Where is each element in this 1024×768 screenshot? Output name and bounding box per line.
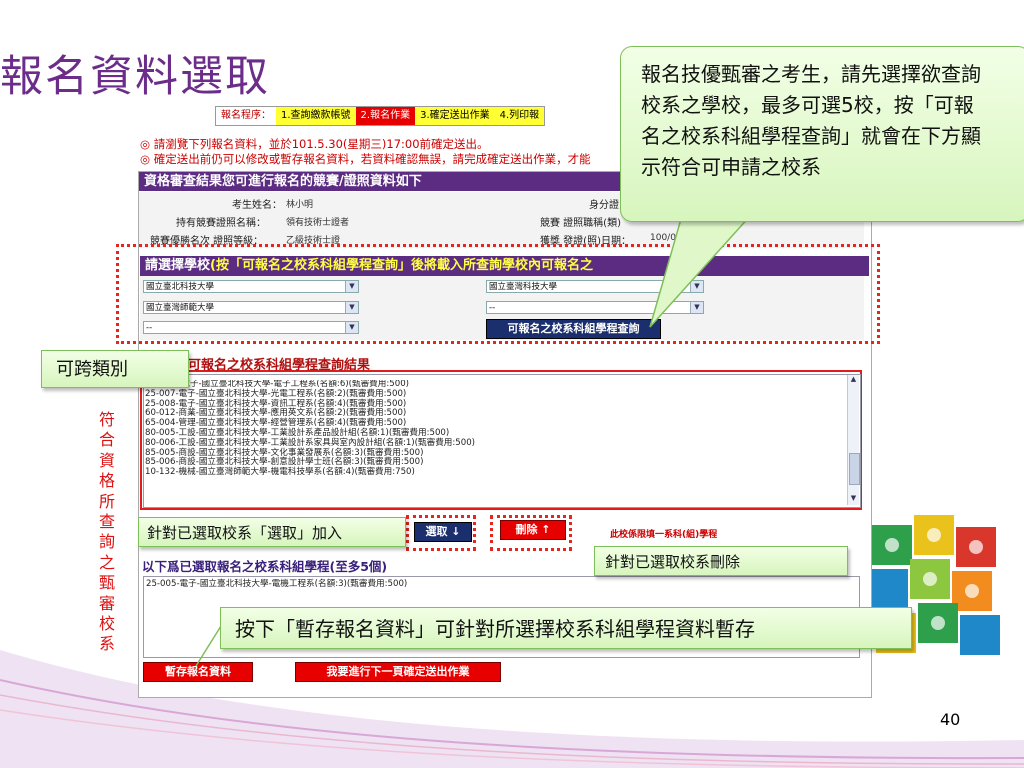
school-select-3-value: 國立臺灣師範大學 [146,303,215,313]
step-confirm-submit[interactable]: 3.確定送出作業 [415,107,495,125]
license-name-value: 領有技術士證者 [286,218,350,228]
school-select-header-text: 請選擇學校 [145,258,211,273]
school-select-3[interactable]: 國立臺灣師範大學 ▼ [143,301,359,314]
step-query-payment[interactable]: 1.查詢繳款帳號 [276,107,356,125]
callout-cross-category: 可跨類別 [41,350,189,388]
slide-title: 報名資料選取 [0,52,270,102]
callout-select: 針對已選取校系「選取」加入 [138,517,406,547]
chevron-down-icon[interactable]: ▼ [345,281,358,292]
delete-button[interactable]: 刪除 ↑ [500,520,566,540]
results-title: 可報名之校系科組學程查詢結果 [188,358,371,373]
chevron-down-icon[interactable]: ▼ [345,322,358,333]
results-list: 25-0 07-電子-國立臺北科技大學-電子工程系(名額:6)(甄審費用:500… [145,380,845,500]
page-number: 40 [940,710,961,729]
chosen-title: 以下爲已選取報名之校系科組學程(至多5個) [142,559,388,574]
school-select-1[interactable]: 國立臺北科技大學 ▼ [143,280,359,293]
license-category-label: 競賽 證照職稱(類) [540,218,621,229]
callout-save: 按下「暫存報名資料」可針對所選擇校系科組學程資料暫存 [220,607,912,649]
step-bar: 報名程序： 1.查詢繳款帳號 2.報名作業 3.確定送出作業 4.列印報 [215,106,546,126]
callout-main: 報名技優甄審之考生，請先選擇欲查詢校系之學校，最多可選5校，按「可報名之校系科組… [620,46,1024,222]
step-print[interactable]: 4.列印報 [494,107,545,125]
vertical-note: 符合資格所查詢之甄審校系 [98,410,115,654]
scroll-down-icon[interactable]: ▼ [848,494,859,505]
callout-main-tail [649,205,762,328]
list-item[interactable]: 25-005-電子-國立臺北科技大學-電機工程系(名額:3)(甄審費用:500) [144,577,859,593]
school-select-5[interactable]: -- ▼ [143,321,359,334]
notice-line-1: ◎ 請瀏覽下列報名資料，並於101.5.30(星期三)17:00前確定送出。 [140,137,489,151]
school-select-5-value: -- [146,323,153,333]
candidate-name-value: 林小明 [286,200,314,210]
callout-main-text: 報名技優甄審之考生，請先選擇欲查詢校系之學校，最多可選5校，按「可報名之校系科組… [641,62,981,179]
list-item[interactable]: 10-132-機械-國立臺灣師範大學-機電科技學系(名額:4)(甄審費用:750… [145,467,845,478]
school-select-4-value: -- [489,303,496,313]
candidate-name-label: 考生姓名： [232,200,282,211]
results-scrollbar[interactable]: ▲ ▼ [847,375,860,505]
scrollbar-thumb[interactable] [849,453,860,485]
step-bar-label: 報名程序： [216,107,276,125]
next-page-button[interactable]: 我要進行下一頁確定送出作業 [295,662,501,682]
select-button[interactable]: 選取 ↓ [414,522,472,542]
school-select-header-hint: (按「可報名之校系科組學程查詢」後將載入所查詢學校內可報名之 [210,258,593,273]
cube-graphic [868,515,1000,655]
callout-delete: 針對已選取校系刪除 [594,546,848,576]
chevron-down-icon[interactable]: ▼ [345,302,358,313]
school-select-1-value: 國立臺北科技大學 [146,282,215,292]
scroll-up-icon[interactable]: ▲ [848,375,859,386]
license-name-label: 持有競賽證照名稱： [176,218,266,229]
school-select-2-value: 國立臺灣科技大學 [489,282,558,292]
step-registration[interactable]: 2.報名作業 [355,107,416,125]
notice-line-2: ◎ 確定送出前仍可以修改或暫存報名資料，若資料確認無誤，請完成確定送出作業，才能 [140,152,591,166]
limit-note: 此校係限填一系科(組)學程 [610,530,718,540]
